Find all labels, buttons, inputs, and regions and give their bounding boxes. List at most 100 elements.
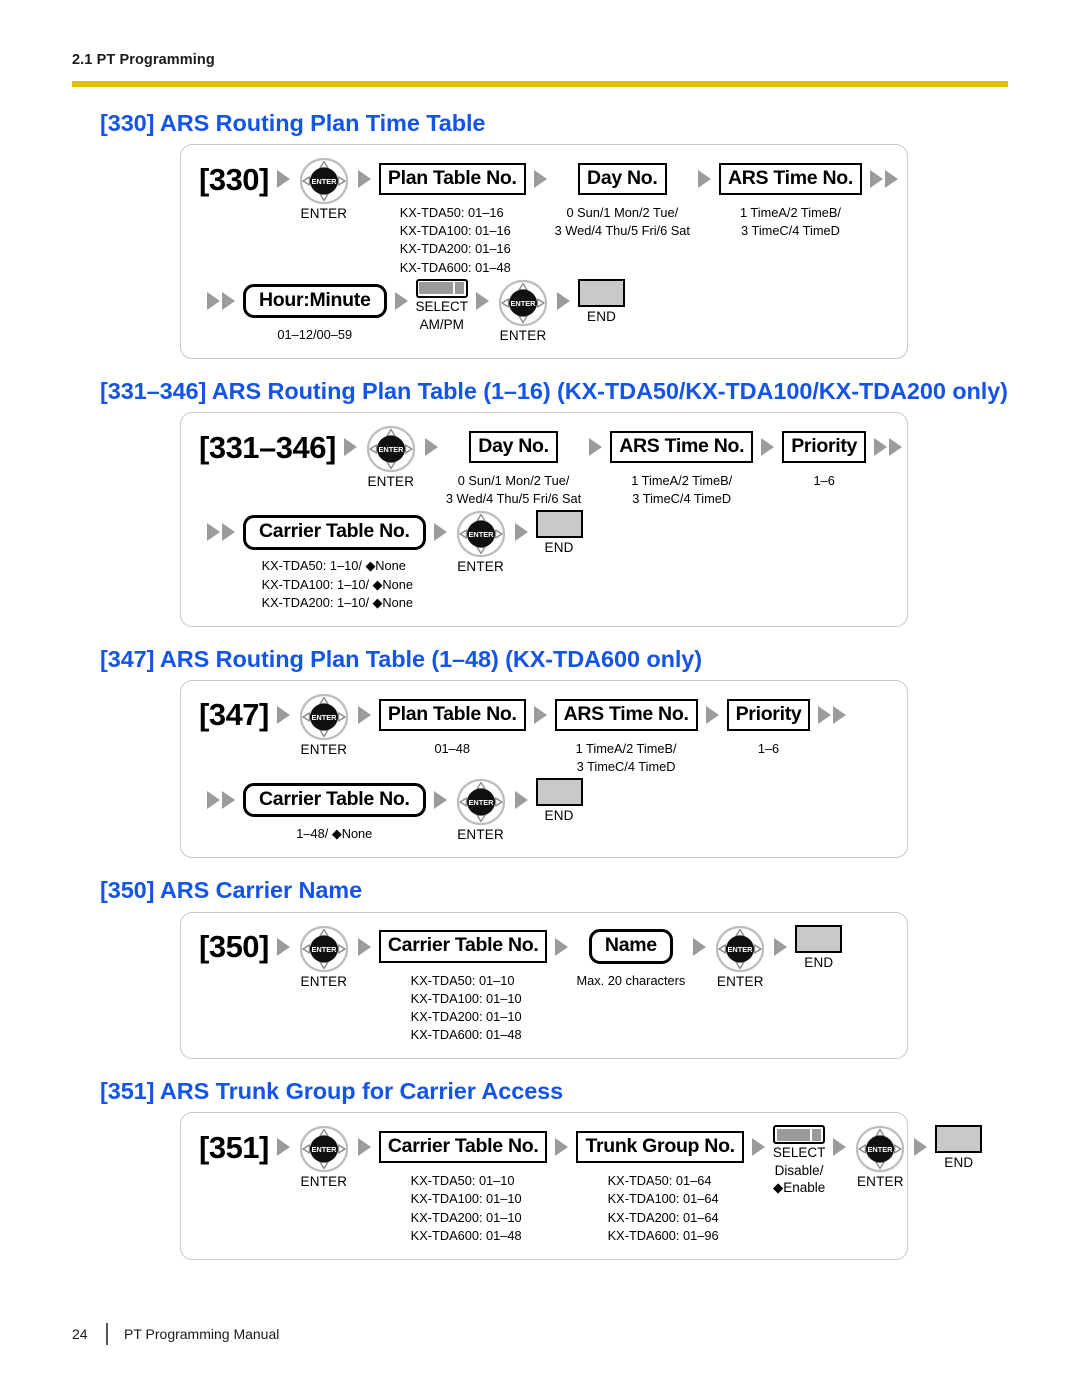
flow-step: END [578, 278, 626, 324]
select-key[interactable]: SELECT Disable/ ◆Enable [772, 1125, 826, 1197]
parameter-box[interactable]: ARS Time No. [554, 698, 698, 732]
svg-text:ENTER: ENTER [311, 945, 337, 954]
page-footer: 24 PT Programming Manual [72, 1323, 279, 1345]
end-key-icon [935, 1125, 983, 1154]
select-key[interactable]: SELECT AM/PM [415, 278, 469, 334]
navigator-icon: ENTER [299, 693, 348, 741]
svg-text:ENTER: ENTER [311, 1145, 337, 1154]
parameter-range-caption: KX-TDA50: 1–10/ ◆None KX-TDA100: 1–10/ ◆… [261, 558, 413, 610]
flow-connector [549, 279, 578, 323]
end-key[interactable]: END [535, 778, 583, 823]
flow-step-node: Carrier Table No. [378, 1125, 548, 1169]
navigator-icon: ENTER [456, 511, 505, 558]
end-key[interactable]: END [535, 510, 583, 555]
flow-step: Plan Table No. 01–48 [378, 693, 526, 758]
navigator-key[interactable]: ENTER ENTER [455, 778, 507, 842]
navigator-key[interactable]: ENTER ENTER [714, 925, 766, 989]
flow-connector [753, 425, 782, 469]
end-key-label: END [804, 954, 834, 970]
section-heading: [350] ARS Carrier Name [100, 877, 363, 904]
navigator-key-label: ENTER [457, 559, 504, 575]
footer-divider [106, 1323, 108, 1345]
flow-arrow-icon [207, 791, 220, 810]
parameter-box[interactable]: Hour:Minute [243, 283, 387, 318]
program-code-step: [331–346] [199, 425, 336, 469]
parameter-box[interactable]: Carrier Table No. [378, 930, 548, 963]
flow-step-node: END [535, 778, 583, 823]
navigator-key[interactable]: ENTER ENTER [455, 510, 507, 574]
parameter-range-caption: 0 Sun/1 Mon/2 Tue/ 3 Wed/4 Thu/5 Fri/6 S… [445, 473, 582, 507]
running-header: 2.1 PT Programming [72, 52, 215, 68]
flow-connector [906, 1125, 935, 1169]
parameter-box[interactable]: Priority [782, 430, 867, 464]
end-key[interactable]: END [795, 924, 843, 970]
parameter-box[interactable]: Plan Table No. [378, 698, 526, 732]
flow-arrow-icon [914, 1138, 928, 1157]
flow-step: Priority 1–6 [782, 425, 867, 490]
parameter-box[interactable]: Priority [726, 698, 811, 732]
navigator-icon: ENTER [299, 925, 348, 972]
navigator-key-label: ENTER [300, 1174, 348, 1190]
flow-row: [351] ENTER ENTER Carrier Table No. KX-TDA50… [199, 1125, 983, 1245]
flow-step: Hour:Minute 01–12/00–59 [243, 279, 387, 344]
navigator-key[interactable]: ENTER ENTER [298, 1125, 350, 1189]
flow-continue-arrows-in [199, 291, 243, 310]
flow-step-node: END [795, 924, 843, 970]
flow-step-node: ENTER ENTER [298, 925, 350, 989]
navigator-icon: ENTER [456, 779, 505, 826]
flow-connector [269, 693, 298, 737]
parameter-box[interactable]: Carrier Table No. [243, 515, 426, 550]
select-key-label: SELECT [415, 298, 469, 314]
flow-connector [350, 1125, 379, 1169]
parameter-box[interactable]: Carrier Table No. [378, 1131, 548, 1164]
parameter-box[interactable]: ARS Time No. [610, 430, 754, 464]
program-code-step: [350] [199, 925, 269, 969]
flow-step-node: ENTER ENTER [455, 778, 507, 842]
navigator-key-label: ENTER [300, 206, 348, 222]
end-key[interactable]: END [935, 1125, 983, 1170]
navigator-key[interactable]: ENTER ENTER [497, 279, 549, 343]
navigator-key[interactable]: ENTER ENTER [298, 925, 350, 989]
section-heading: [330] ARS Routing Plan Time Table [100, 110, 486, 136]
flow-arrow-icon [276, 937, 290, 956]
flow-row: Carrier Table No. KX-TDA50: 1–10/ ◆None K… [199, 510, 889, 611]
navigator-key[interactable]: ENTER ENTER [365, 425, 417, 489]
flow-connector [547, 925, 576, 969]
flow-arrow-icon [818, 705, 832, 724]
flow-connector [199, 279, 243, 323]
select-key-options: Disable/ ◆Enable [772, 1163, 826, 1196]
flow-step: ENTER ENTER [455, 510, 507, 574]
parameter-box[interactable]: ARS Time No. [718, 162, 862, 196]
parameter-box[interactable]: Day No. [578, 162, 667, 196]
navigator-key-label: ENTER [856, 1174, 904, 1190]
section-heading: [347] ARS Routing Plan Table (1–48) (KX-… [100, 645, 702, 672]
parameter-range-caption: 1 TimeA/2 TimeB/ 3 TimeC/4 TimeD [631, 473, 733, 507]
flow-continue-arrows-out [862, 170, 906, 189]
flow-step-node: Priority [726, 693, 811, 737]
manual-title: PT Programming Manual [124, 1326, 280, 1342]
parameter-box[interactable]: Plan Table No. [378, 162, 526, 196]
flow-arrow-icon [589, 438, 603, 457]
parameter-box[interactable]: Name [588, 929, 673, 964]
navigator-key[interactable]: ENTER ENTER [298, 157, 350, 221]
flow-arrow-icon [514, 791, 528, 810]
flow-continue-arrows-out [866, 438, 910, 457]
program-code: [331–346] [199, 429, 336, 465]
program-code-step: [330] [199, 157, 269, 201]
flow-step-node: Day No. [578, 157, 667, 201]
end-key-icon [535, 510, 583, 539]
program-code: [351] [199, 1129, 269, 1165]
flow-connector [426, 778, 455, 822]
flow-connector [426, 510, 455, 554]
parameter-box[interactable]: Day No. [469, 430, 558, 464]
navigator-key[interactable]: ENTER ENTER [298, 693, 350, 757]
flow-step-node: ENTER ENTER [714, 925, 766, 989]
navigator-key[interactable]: ENTER ENTER [854, 1125, 906, 1189]
end-key[interactable]: END [578, 278, 626, 324]
flow-connector [350, 157, 379, 201]
navigator-key-label: ENTER [457, 827, 504, 843]
parameter-box[interactable]: Carrier Table No. [243, 783, 426, 818]
flow-step-node: Hour:Minute [243, 279, 387, 323]
end-key-icon [795, 924, 843, 953]
parameter-box[interactable]: Trunk Group No. [576, 1131, 744, 1164]
